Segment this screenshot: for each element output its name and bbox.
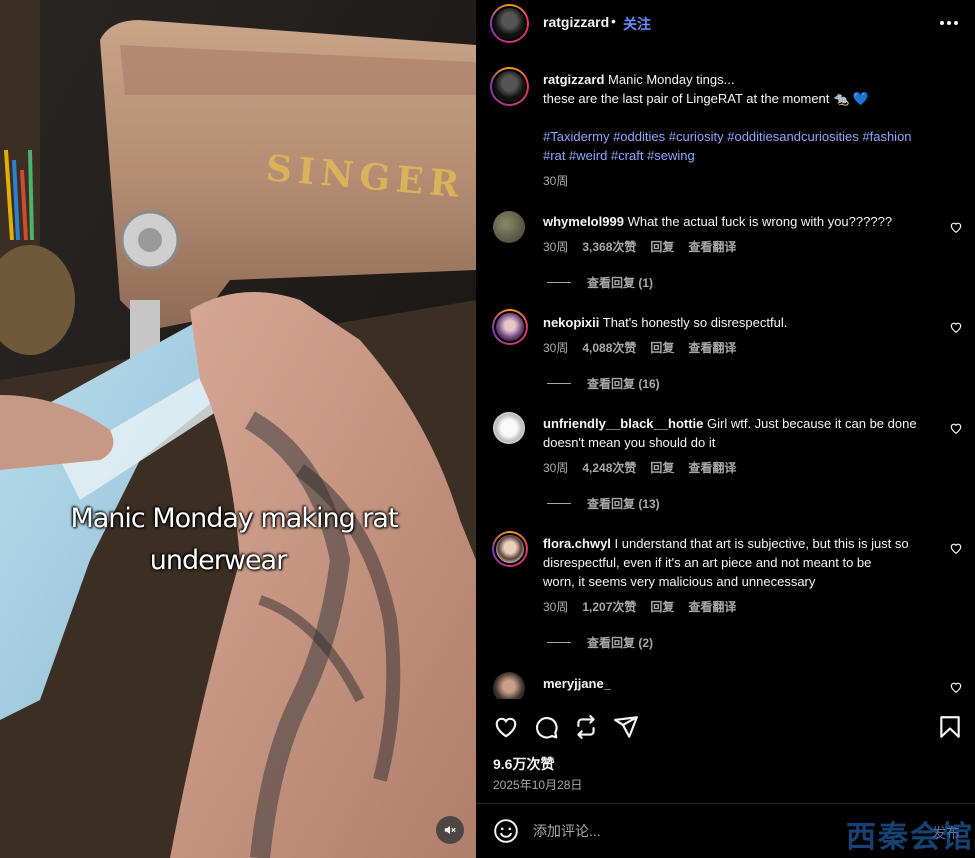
comment-avatar[interactable] [493,672,525,699]
comment-text: whymelol999 What the actual fuck is wron… [543,214,893,229]
reply-button[interactable]: 回复 [650,238,674,255]
header-username[interactable]: ratgizzard [543,14,609,30]
post-comment-button[interactable]: 发布 [932,823,960,843]
translate-button[interactable]: 查看翻译 [688,339,736,356]
follow-button[interactable]: 关注 [623,14,651,34]
comment-avatar[interactable] [492,531,528,567]
caption-meta: 30周 [543,172,582,189]
view-replies-button[interactable]: 查看回复 (16) [547,375,660,392]
comment-likes[interactable]: 4,248次赞 [582,459,636,476]
post-panel: ratgizzard • 关注 ratgizzard Manic Monday … [476,0,975,858]
translate-button[interactable]: 查看翻译 [688,459,736,476]
avatar[interactable] [490,4,529,43]
comment-heart-icon[interactable] [949,680,963,694]
smiley-icon[interactable] [493,818,519,844]
comment-likes[interactable]: 1,207次赞 [582,598,636,615]
view-replies-button[interactable]: 查看回复 (1) [547,274,653,291]
caption-time: 30周 [543,174,569,188]
video-caption-line-2: underwear [149,545,287,576]
view-replies-button[interactable]: 查看回复 (2) [547,634,653,651]
post-header: ratgizzard • 关注 [476,0,975,46]
comment-heart-icon[interactable] [949,421,963,435]
comment-composer: 发布 [476,803,975,858]
comment-meta: 30周 4,088次赞 回复 查看翻译 [543,339,737,356]
mute-button[interactable] [436,816,464,844]
caption-username[interactable]: ratgizzard [543,72,604,87]
separator-dot: • [611,13,616,29]
post-caption: ratgizzard Manic Monday tings... these a… [543,70,963,108]
reply-button[interactable]: 回复 [650,339,674,356]
hashtags-line-2[interactable]: #rat #weird #craft #sewing [543,148,695,163]
comment-avatar[interactable] [493,412,525,444]
comment-text: unfriendly__black__hottie Girl wtf. Just… [543,416,917,450]
comment-username[interactable]: nekopixii [543,315,599,330]
comment-icon[interactable] [533,714,559,740]
comment-text: nekopixii That's honestly so disrespectf… [543,315,788,330]
comment-username[interactable]: meryjjane_ [543,676,611,691]
more-horizontal-icon[interactable] [939,14,959,32]
video-player[interactable]: SINGER Manic Monday making rat underwear [0,0,476,858]
comment-likes[interactable]: 4,088次赞 [582,339,636,356]
comment-heart-icon[interactable] [949,541,963,555]
comment-likes[interactable]: 3,368次赞 [582,238,636,255]
comment-username[interactable]: flora.chwyl [543,536,611,551]
comment-username[interactable]: unfriendly__black__hottie [543,416,703,431]
comment-username[interactable]: whymelol999 [543,214,624,229]
video-caption-line-1: Manic Monday making rat [70,503,398,534]
comment-meta: 30周 4,248次赞 回复 查看翻译 [543,459,737,476]
post-date: 2025年10月28日 [493,778,583,792]
bookmark-icon[interactable] [937,714,963,740]
comments-list[interactable]: ratgizzard Manic Monday tings... these a… [476,54,975,699]
repost-icon[interactable] [573,714,599,740]
comment-text: flora.chwyl I understand that art is sub… [543,536,909,589]
translate-button[interactable]: 查看翻译 [688,598,736,615]
comment-text: meryjjane_ [543,674,943,693]
reply-button[interactable]: 回复 [650,459,674,476]
reply-button[interactable]: 回复 [650,598,674,615]
comment-meta: 30周 1,207次赞 回复 查看翻译 [543,598,737,615]
comment-heart-icon[interactable] [949,220,963,234]
translate-button[interactable]: 查看翻译 [688,238,736,255]
comment-meta: 30周 3,368次赞 回复 查看翻译 [543,238,737,255]
comment-avatar[interactable] [493,211,525,243]
caption-avatar[interactable] [490,67,529,106]
comment-input[interactable] [533,820,893,842]
caption-line-1: Manic Monday tings... [608,72,735,87]
caption-line-2: these are the last pair of LingeRAT at t… [543,91,869,106]
video-frame: SINGER [0,0,476,858]
comment-heart-icon[interactable] [949,320,963,334]
heart-icon[interactable] [493,714,519,740]
send-icon[interactable] [613,714,639,740]
hashtags[interactable]: #Taxidermy #oddities #curiosity #odditie… [543,127,963,165]
like-count[interactable]: 9.6万次赞 [493,754,554,774]
view-replies-button[interactable]: 查看回复 (13) [547,495,660,512]
action-bar [476,708,975,744]
comment-avatar[interactable] [492,309,528,345]
speaker-muted-icon [444,825,456,835]
hashtags-line-1[interactable]: #Taxidermy #oddities #curiosity #odditie… [543,129,912,144]
